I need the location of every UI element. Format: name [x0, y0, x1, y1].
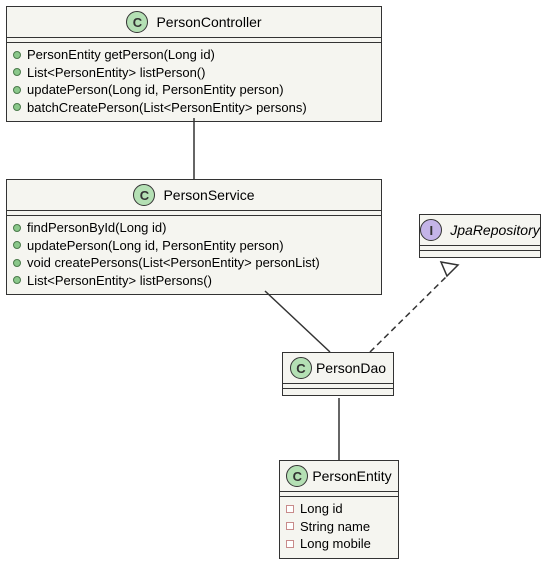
class-icon: C — [126, 11, 148, 33]
interface-name: JpaRepository — [450, 222, 540, 238]
class-name: PersonEntity — [312, 468, 391, 484]
edge-service-dao — [265, 291, 330, 352]
private-icon — [286, 540, 294, 548]
class-icon: C — [290, 357, 312, 379]
method-label: PersonEntity getPerson(Long id) — [27, 46, 215, 64]
class-header: I JpaRepository — [420, 215, 540, 246]
methods-section: findPersonById(Long id) updatePerson(Lon… — [7, 216, 381, 294]
empty-section — [283, 389, 393, 395]
class-header: C PersonController — [7, 7, 381, 38]
class-person-controller: C PersonController PersonEntity getPerso… — [6, 6, 382, 122]
method: List<PersonEntity> listPerson() — [13, 64, 375, 82]
class-person-entity: C PersonEntity Long id String name Long … — [279, 460, 399, 559]
public-icon — [13, 224, 21, 232]
class-icon: C — [286, 465, 308, 487]
public-icon — [13, 68, 21, 76]
public-icon — [13, 51, 21, 59]
method: batchCreatePerson(List<PersonEntity> per… — [13, 99, 375, 117]
class-header: C PersonEntity — [280, 461, 398, 492]
method-label: List<PersonEntity> listPersons() — [27, 272, 212, 290]
method: updatePerson(Long id, PersonEntity perso… — [13, 237, 375, 255]
method-label: findPersonById(Long id) — [27, 219, 166, 237]
field-label: Long id — [300, 500, 343, 518]
field: Long id — [286, 500, 392, 518]
private-icon — [286, 522, 294, 530]
public-icon — [13, 276, 21, 284]
empty-section — [420, 251, 540, 257]
method-label: updatePerson(Long id, PersonEntity perso… — [27, 237, 284, 255]
class-name: PersonController — [156, 14, 261, 30]
public-icon — [13, 241, 21, 249]
private-icon — [286, 505, 294, 513]
interface-jpa-repository: I JpaRepository — [419, 214, 541, 258]
method: updatePerson(Long id, PersonEntity perso… — [13, 81, 375, 99]
realization-arrowhead — [441, 262, 458, 276]
field: String name — [286, 518, 392, 536]
class-name: PersonService — [163, 187, 254, 203]
method-label: void createPersons(List<PersonEntity> pe… — [27, 254, 320, 272]
class-header: C PersonService — [7, 180, 381, 211]
field: Long mobile — [286, 535, 392, 553]
public-icon — [13, 86, 21, 94]
class-name: PersonDao — [316, 360, 386, 376]
method-label: updatePerson(Long id, PersonEntity perso… — [27, 81, 284, 99]
class-header: C PersonDao — [283, 353, 393, 384]
public-icon — [13, 259, 21, 267]
field-label: String name — [300, 518, 370, 536]
method-label: List<PersonEntity> listPerson() — [27, 64, 205, 82]
method: void createPersons(List<PersonEntity> pe… — [13, 254, 375, 272]
method: findPersonById(Long id) — [13, 219, 375, 237]
class-icon: C — [133, 184, 155, 206]
method: List<PersonEntity> listPersons() — [13, 272, 375, 290]
method: PersonEntity getPerson(Long id) — [13, 46, 375, 64]
interface-icon: I — [420, 219, 442, 241]
method-label: batchCreatePerson(List<PersonEntity> per… — [27, 99, 307, 117]
fields-section: Long id String name Long mobile — [280, 497, 398, 558]
methods-section: PersonEntity getPerson(Long id) List<Per… — [7, 43, 381, 121]
public-icon — [13, 103, 21, 111]
class-person-service: C PersonService findPersonById(Long id) … — [6, 179, 382, 295]
field-label: Long mobile — [300, 535, 371, 553]
class-person-dao: C PersonDao — [282, 352, 394, 396]
